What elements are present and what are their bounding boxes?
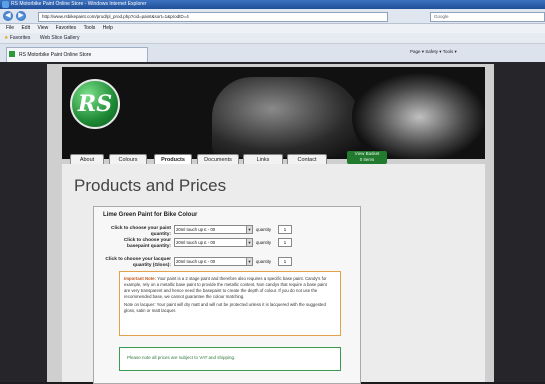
view-basket-button[interactable]: View Basket 0 items [347,151,387,164]
basket-count: 0 items [359,157,375,162]
window-title: RS Motorbike Paint Online Store - Window… [11,1,147,7]
rs-logo[interactable]: RS [70,79,120,129]
basepaint-quantity-select[interactable]: 20ml touch up £ - 00 [174,238,247,247]
page-title: Products and Prices [74,176,227,195]
lacquer-quantity-select[interactable]: 20ml touch up £ - 00 [174,257,247,266]
lacquer-qty-label: quantity [256,259,272,264]
menu-help[interactable]: Help [103,25,113,31]
motorbike-image [212,77,362,157]
important-note: Important Note: Your paint is a 2 stage … [124,276,334,314]
paint-qty-label: quantity [256,227,272,232]
web-slice-gallery-link[interactable]: Web Slice Gallery [40,35,80,41]
product-title: Lime Green Paint for Bike Colour [103,212,198,218]
lacquer-quantity-label: Click to choose your lacquer quantity (G… [105,257,171,268]
favorites-button[interactable]: Favorites [10,35,31,41]
ie-app-icon [2,1,9,8]
basepaint-qty-label: quantity [256,240,272,245]
forward-button[interactable]: ▶ [16,11,26,21]
menu-view[interactable]: View [37,25,48,31]
menu-edit[interactable]: Edit [21,25,30,31]
back-button[interactable]: ◀ [3,11,13,21]
important-note-heading: Important Note: [124,276,156,281]
site-header-banner: RS [62,67,485,159]
paint-quantity-select[interactable]: 20ml touch up £ - 00 [174,225,247,234]
command-bar[interactable]: Page ▾ Safety ▾ Tools ▾ [410,49,457,55]
vat-info-text: Please note all prices are subject to VA… [127,355,236,360]
window-titlebar: RS Motorbike Paint Online Store - Window… [0,0,545,9]
chevron-down-icon[interactable]: ▼ [246,257,253,266]
paint-quantity-label: Click to choose your paint quantity: [111,226,171,237]
motorbike-engine-image [352,72,485,159]
menu-tools[interactable]: Tools [84,25,96,31]
paint-qty-input[interactable]: 1 [278,225,292,234]
lacquer-qty-input[interactable]: 1 [278,257,292,266]
menu-file[interactable]: File [6,25,14,31]
address-input[interactable]: http://www.rsbikepaint.com/prod/pl_prod.… [38,12,388,22]
star-icon: ★ [4,35,9,41]
basepaint-qty-input[interactable]: 1 [278,238,292,247]
menu-bar: File Edit View Favorites Tools Help [0,24,545,33]
favorites-bar: ★ Favorites Web Slice Gallery [0,33,545,44]
lacquer-note: Note on lacquer: Your paint will dry mat… [124,302,326,313]
search-input[interactable]: Google [430,12,545,22]
browser-tab[interactable]: RS Motorbike Paint Online Store [6,47,148,62]
chevron-down-icon[interactable]: ▼ [246,238,253,247]
basepaint-quantity-label: Click to choose your basepaint quantity: [123,238,171,249]
tab-favicon [9,51,15,57]
menu-favorites[interactable]: Favorites [56,25,77,31]
chevron-down-icon[interactable]: ▼ [246,225,253,234]
